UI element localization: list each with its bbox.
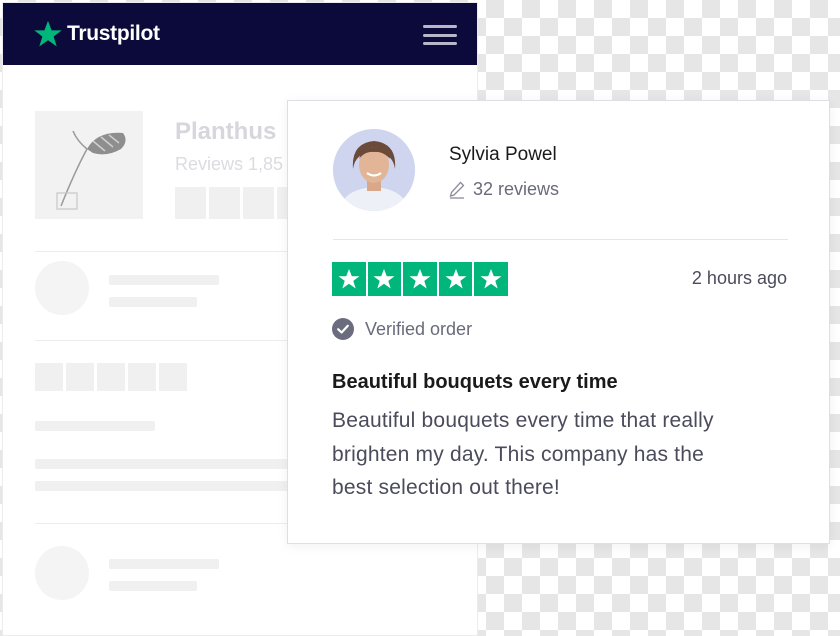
star-icon <box>367 262 402 296</box>
company-image <box>35 111 143 219</box>
trustpilot-logo[interactable]: Trustpilot <box>33 19 160 49</box>
review-body-line: Beautiful bouquets every time that reall… <box>332 409 714 432</box>
company-reviews: Reviews 1,85 <box>175 154 284 174</box>
reviewer-name[interactable]: Sylvia Powel <box>449 144 557 166</box>
brand-name: Trustpilot <box>67 22 160 45</box>
verified-check-icon <box>332 318 354 340</box>
company-name: Planthus <box>175 118 277 145</box>
reviewer-review-count: 32 reviews <box>449 179 559 200</box>
review-count-label: 32 reviews <box>473 179 560 199</box>
placeholder-avatar <box>35 546 89 600</box>
placeholder-line <box>109 297 197 307</box>
verified-badge: Verified order <box>332 318 472 340</box>
trustpilot-star-icon <box>34 20 62 47</box>
card-divider <box>333 239 788 240</box>
placeholder-line <box>35 481 295 491</box>
placeholder-line <box>109 559 219 569</box>
review-body-line: brighten my day. This company has the <box>332 442 704 466</box>
star-icon <box>438 262 473 296</box>
placeholder-line <box>109 275 219 285</box>
star-icon <box>332 262 366 296</box>
pencil-icon <box>449 181 465 199</box>
review-title[interactable]: Beautiful bouquets every time <box>332 371 618 394</box>
verified-label: Verified order <box>365 318 473 339</box>
placeholder-stars <box>35 363 187 391</box>
star-icon <box>403 262 437 296</box>
review-body-line: best selection out there! <box>332 476 560 499</box>
site-header: Trustpilot <box>3 3 477 65</box>
review-card: Sylvia Powel 32 reviews 2 hours ago Veri… <box>287 100 830 544</box>
placeholder-avatar <box>35 261 89 315</box>
review-body: Beautiful bouquets every time that reall… <box>332 404 782 505</box>
placeholder-line <box>35 459 295 469</box>
menu-icon[interactable] <box>423 25 457 45</box>
placeholder-line <box>35 421 155 431</box>
avatar[interactable] <box>333 129 415 211</box>
review-timestamp: 2 hours ago <box>691 268 787 288</box>
star-icon <box>474 262 508 296</box>
star-rating <box>332 262 508 296</box>
placeholder-line <box>109 581 197 591</box>
